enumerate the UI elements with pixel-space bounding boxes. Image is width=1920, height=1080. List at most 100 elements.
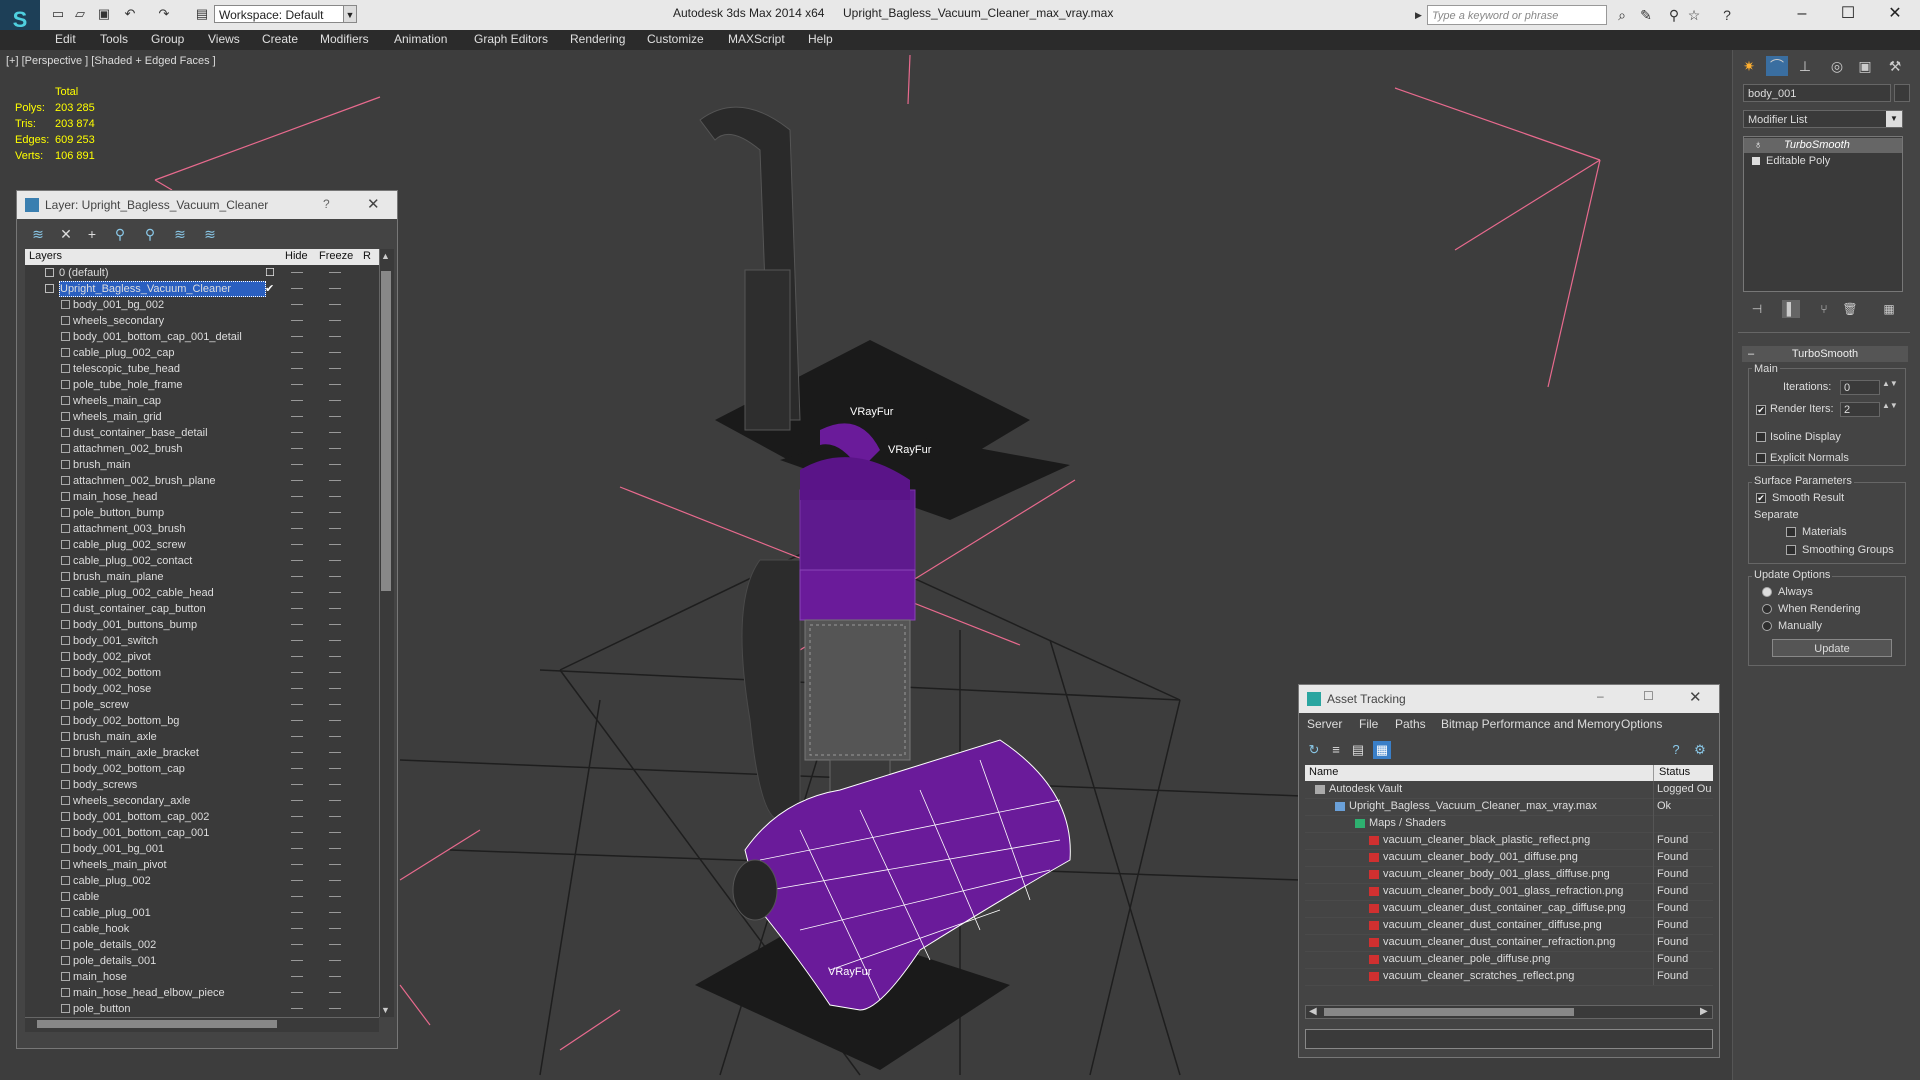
render-column-header[interactable]: R: [363, 250, 371, 262]
freeze-toggle[interactable]: [329, 688, 341, 689]
hide-toggle[interactable]: [291, 368, 303, 369]
redo-icon[interactable]: ↷: [156, 6, 172, 22]
hide-toggle[interactable]: [291, 624, 303, 625]
layer-row[interactable]: dust_container_cap_button: [25, 601, 379, 617]
asset-horizontal-scrollbar[interactable]: ◀ ▶: [1305, 1005, 1713, 1019]
freeze-all-layers-icon[interactable]: ≋: [201, 225, 219, 243]
stack-item-turbosmooth[interactable]: ♁ TurboSmooth: [1744, 138, 1902, 153]
freeze-toggle[interactable]: [329, 272, 341, 273]
freeze-toggle[interactable]: [329, 832, 341, 833]
hide-toggle[interactable]: [291, 880, 303, 881]
hide-toggle[interactable]: [291, 736, 303, 737]
object-color-swatch[interactable]: [1894, 84, 1910, 102]
hide-toggle[interactable]: [291, 336, 303, 337]
hide-toggle[interactable]: [291, 400, 303, 401]
layer-row[interactable]: body_001_bottom_cap_002: [25, 809, 379, 825]
hide-toggle[interactable]: [291, 768, 303, 769]
layer-row[interactable]: telescopic_tube_head: [25, 361, 379, 377]
layer-row[interactable]: dust_container_base_detail: [25, 425, 379, 441]
scroll-right-icon[interactable]: ▶: [1700, 1006, 1708, 1017]
layer-row[interactable]: cable_plug_002_screw: [25, 537, 379, 553]
favorites-star-icon[interactable]: ☆: [1685, 7, 1703, 23]
object-name-field[interactable]: body_001: [1743, 84, 1891, 102]
name-column-header[interactable]: Name: [1309, 766, 1338, 778]
hide-toggle[interactable]: [291, 832, 303, 833]
refresh-icon[interactable]: ↻: [1305, 741, 1323, 759]
menu-edit[interactable]: Edit: [55, 32, 76, 46]
update-button[interactable]: Update: [1772, 639, 1892, 657]
freeze-toggle[interactable]: [329, 592, 341, 593]
hide-toggle[interactable]: [291, 752, 303, 753]
freeze-toggle[interactable]: [329, 800, 341, 801]
utilities-tab-icon[interactable]: ⚒: [1884, 56, 1906, 76]
freeze-toggle[interactable]: [329, 368, 341, 369]
freeze-toggle[interactable]: [329, 528, 341, 529]
freeze-toggle[interactable]: [329, 944, 341, 945]
freeze-toggle[interactable]: [329, 608, 341, 609]
hide-toggle[interactable]: [291, 464, 303, 465]
hide-toggle[interactable]: [291, 896, 303, 897]
menu-group[interactable]: Group: [151, 32, 184, 46]
asset-row[interactable]: Autodesk Vault Logged Ou: [1305, 781, 1713, 799]
add-to-layer-icon[interactable]: +: [83, 225, 101, 243]
menu-modifiers[interactable]: Modifiers: [320, 32, 369, 46]
layer-row[interactable]: main_hose_head_elbow_piece: [25, 985, 379, 1001]
layer-row[interactable]: brush_main_axle: [25, 729, 379, 745]
table-view-icon[interactable]: ▦: [1373, 741, 1391, 759]
show-end-result-icon[interactable]: ▌: [1782, 300, 1800, 318]
layer-row[interactable]: cable_plug_002_cable_head: [25, 585, 379, 601]
display-tab-icon[interactable]: ▣: [1854, 56, 1876, 76]
freeze-toggle[interactable]: [329, 480, 341, 481]
hide-toggle[interactable]: [291, 960, 303, 961]
expand-icon[interactable]: [1752, 157, 1760, 165]
render-iters-spinner[interactable]: 2: [1840, 402, 1880, 417]
layer-row[interactable]: wheels_secondary: [25, 313, 379, 329]
layer-row[interactable]: attachmen_002_brush: [25, 441, 379, 457]
freeze-toggle[interactable]: [329, 928, 341, 929]
layer-row[interactable]: cable_hook: [25, 921, 379, 937]
freeze-toggle[interactable]: [329, 704, 341, 705]
hide-toggle[interactable]: [291, 640, 303, 641]
when-rendering-radio[interactable]: [1762, 604, 1772, 614]
undo-icon[interactable]: ↶: [122, 6, 138, 22]
layer-row[interactable]: wheels_secondary_axle: [25, 793, 379, 809]
asset-row[interactable]: vacuum_cleaner_scratches_reflect.png Foun…: [1305, 968, 1713, 986]
hide-toggle[interactable]: [291, 864, 303, 865]
hide-toggle[interactable]: [291, 480, 303, 481]
tree-view-icon[interactable]: ▤: [1349, 741, 1367, 759]
asset-path-field[interactable]: [1305, 1029, 1713, 1049]
layer-row[interactable]: ✔ Upright_Bagless_Vacuum_Cleaner: [25, 281, 379, 297]
freeze-toggle[interactable]: [329, 576, 341, 577]
search-input[interactable]: Type a keyword or phrase: [1427, 5, 1607, 25]
asset-row[interactable]: vacuum_cleaner_black_plastic_reflect.png…: [1305, 832, 1713, 850]
scroll-thumb[interactable]: [381, 271, 391, 591]
layer-row[interactable]: wheels_main_grid: [25, 409, 379, 425]
hide-toggle[interactable]: [291, 432, 303, 433]
asset-table-body[interactable]: Autodesk Vault Logged Ou Upright_Bagless_V…: [1299, 781, 1719, 1003]
modifier-list-dropdown[interactable]: Modifier List: [1743, 110, 1903, 128]
freeze-toggle[interactable]: [329, 464, 341, 465]
hide-toggle[interactable]: [291, 704, 303, 705]
layer-row[interactable]: main_hose: [25, 969, 379, 985]
freeze-toggle[interactable]: [329, 960, 341, 961]
chevron-down-icon[interactable]: ▼: [343, 5, 357, 23]
asset-row[interactable]: vacuum_cleaner_dust_container_refraction…: [1305, 934, 1713, 952]
smoothing-groups-checkbox[interactable]: [1786, 545, 1796, 555]
menu-rendering[interactable]: Rendering: [570, 32, 625, 46]
menu-tools[interactable]: Tools: [100, 32, 128, 46]
status-column-header[interactable]: Status: [1659, 766, 1690, 778]
menu-maxscript[interactable]: MAXScript: [728, 32, 785, 46]
configure-sets-icon[interactable]: ▦: [1880, 300, 1898, 318]
layer-row[interactable]: body_002_bottom_bg: [25, 713, 379, 729]
menu-help[interactable]: Help: [808, 32, 833, 46]
layer-row[interactable]: body_001_bg_001: [25, 841, 379, 857]
minimize-icon[interactable]: –: [1597, 689, 1604, 703]
asset-row[interactable]: vacuum_cleaner_dust_container_diffuse.pn…: [1305, 917, 1713, 935]
freeze-toggle[interactable]: [329, 1008, 341, 1009]
asset-row[interactable]: Maps / Shaders: [1305, 815, 1713, 833]
asset-window-titlebar[interactable]: Asset Tracking – ☐ ✕: [1299, 685, 1719, 713]
smooth-result-checkbox[interactable]: ✔: [1756, 493, 1766, 503]
maximize-icon[interactable]: ☐: [1643, 689, 1654, 703]
layer-row[interactable]: brush_main_axle_bracket: [25, 745, 379, 761]
hide-toggle[interactable]: [291, 352, 303, 353]
